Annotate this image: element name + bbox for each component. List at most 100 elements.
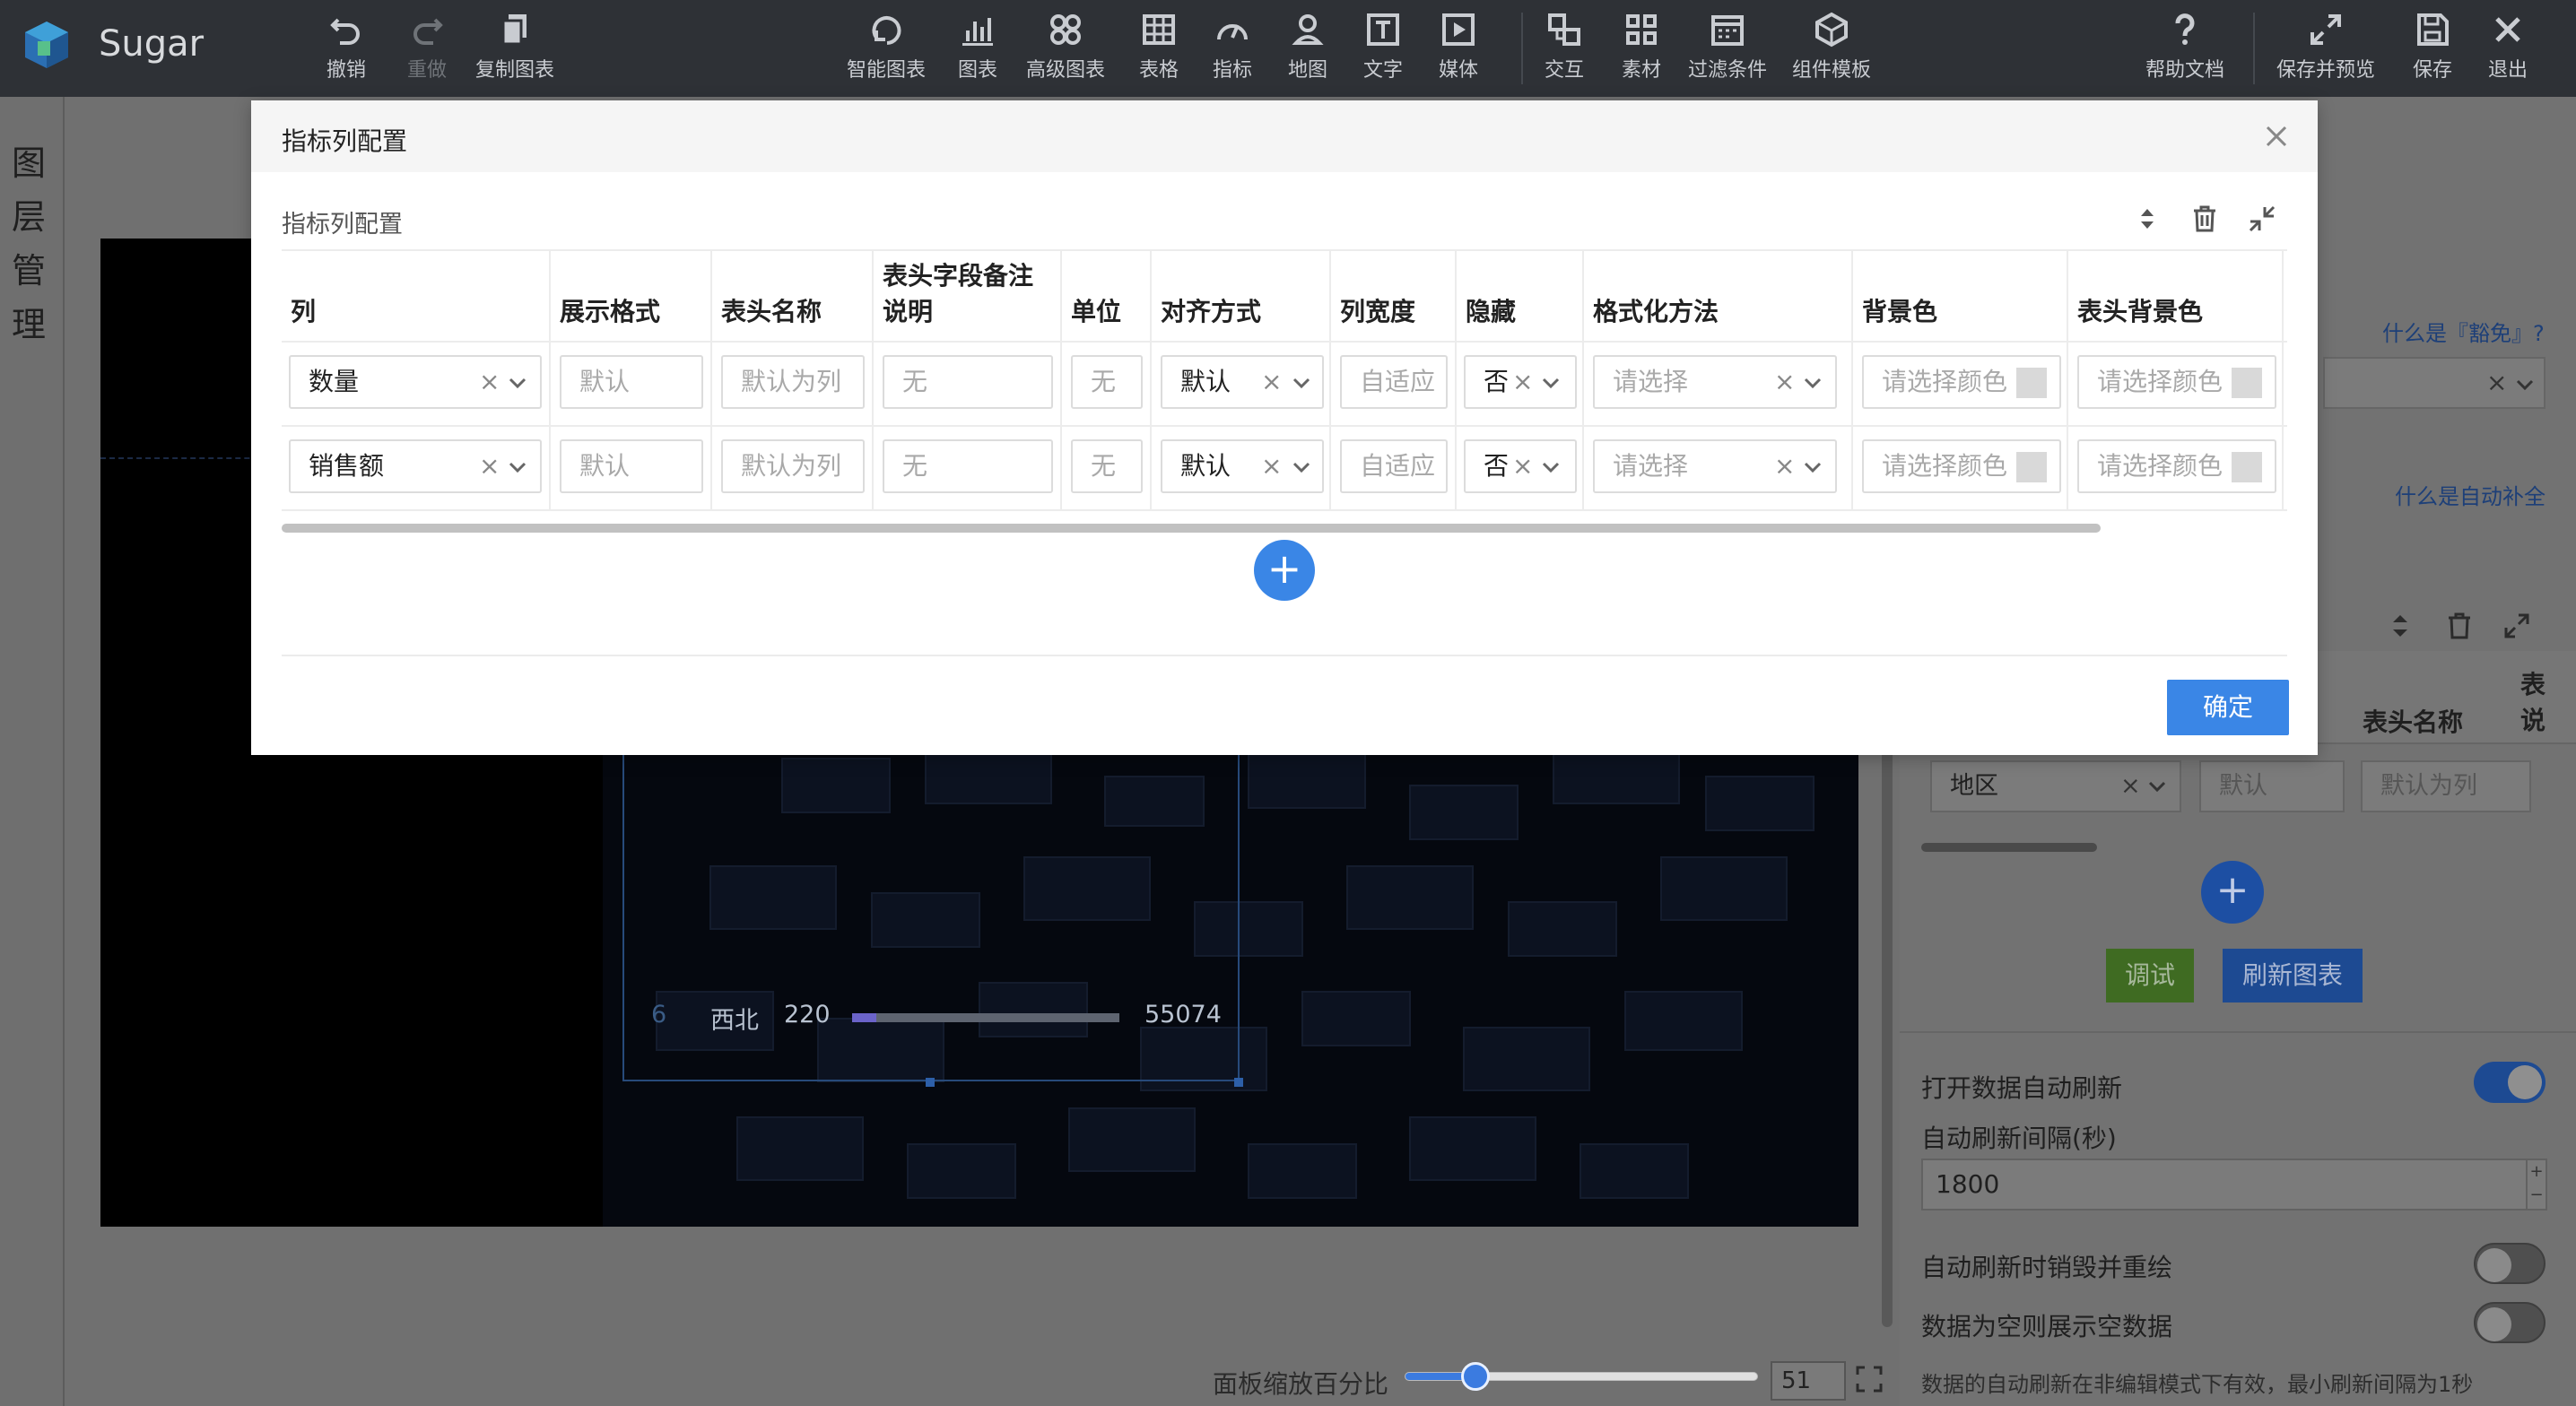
text-button[interactable]: 文字	[1363, 11, 1403, 82]
component-template-button[interactable]: 组件模板	[1792, 11, 1871, 82]
autocomplete-help-link[interactable]: 什么是自动补全	[2395, 479, 2546, 510]
rp-add-row-button[interactable]: +	[2201, 861, 2264, 924]
header-bg-color-picker[interactable]: 请选择颜色	[2077, 355, 2276, 409]
resize-handle[interactable]	[1234, 1078, 1243, 1087]
color-swatch[interactable]	[2232, 452, 2262, 482]
exit-button[interactable]: 退出	[2488, 11, 2528, 82]
clear-icon[interactable]: ×	[1261, 357, 1282, 407]
sort-icon[interactable]	[2133, 204, 2162, 233]
layer-manager-rail[interactable]: 图层管理	[0, 97, 65, 1406]
undo-button[interactable]: 撤销	[326, 11, 366, 82]
display-format-input[interactable]: 默认	[560, 439, 703, 493]
toggle-knob	[2477, 1307, 2511, 1341]
layer-manager-label: 图层管理	[11, 143, 46, 344]
save-preview-button[interactable]: 保存并预览	[2276, 11, 2375, 82]
clear-icon[interactable]: ×	[1512, 357, 1533, 407]
trash-icon[interactable]	[2445, 612, 2474, 640]
add-row-button[interactable]: +	[1254, 540, 1315, 601]
auto-refresh-toggle[interactable]	[2474, 1062, 2546, 1103]
color-swatch[interactable]	[2232, 368, 2262, 398]
table-button[interactable]: 表格	[1139, 11, 1179, 82]
refresh-chart-button[interactable]: 刷新图表	[2223, 949, 2363, 1002]
clear-icon[interactable]: ×	[2486, 368, 2507, 397]
column-select[interactable]: 销售额 ×	[289, 439, 542, 493]
copy-chart-button[interactable]: 复制图表	[475, 11, 554, 82]
column-select[interactable]: 数量 ×	[289, 355, 542, 409]
unit-input[interactable]: 无	[1071, 355, 1143, 409]
unit-input[interactable]: 无	[1071, 439, 1143, 493]
align-select[interactable]: 默认 ×	[1161, 439, 1324, 493]
td-display-format: 默认	[551, 343, 712, 427]
cube-icon	[1815, 12, 1848, 48]
close-icon[interactable]	[2260, 120, 2293, 152]
smart-chart-button[interactable]: 智能图表	[847, 11, 926, 82]
table-horizontal-scrollbar[interactable]	[282, 524, 2101, 533]
filter-button[interactable]: 过滤条件	[1688, 11, 1767, 82]
header-note-input[interactable]: 无	[883, 439, 1053, 493]
rp-column-select[interactable]: 地区 ×	[1930, 760, 2181, 812]
display-format-input[interactable]: 默认	[560, 355, 703, 409]
zoom-slider-handle[interactable]	[1461, 1362, 1491, 1391]
top-toolbar: Sugar 撤销 重做 复制图表 智能图表 图表 高级图表 表格 指标 地图 文…	[0, 0, 2576, 97]
hidden-select[interactable]: 否 ×	[1464, 439, 1577, 493]
clear-icon[interactable]: ×	[479, 357, 500, 407]
clear-icon[interactable]: ×	[1512, 441, 1533, 491]
exemption-select[interactable]: ×	[2323, 357, 2546, 409]
td-header-bg-color: 请选择颜色	[2068, 343, 2284, 427]
rp-header-name-input[interactable]: 默认为列	[2361, 760, 2531, 812]
advanced-chart-button[interactable]: 高级图表	[1026, 11, 1105, 82]
help-button[interactable]: 帮助文档	[2145, 11, 2224, 82]
material-button[interactable]: 素材	[1622, 11, 1661, 82]
empty-data-toggle[interactable]	[2474, 1302, 2546, 1343]
ranking-chart-widget[interactable]: 6 西北 220 55074	[622, 741, 1243, 1087]
format-method-select[interactable]: 请选择 ×	[1593, 355, 1837, 409]
align-select[interactable]: 默认 ×	[1161, 355, 1324, 409]
destroy-redraw-toggle[interactable]	[2474, 1243, 2546, 1284]
section-title: 指标列配置	[282, 211, 403, 239]
clear-icon[interactable]: ×	[479, 441, 500, 491]
clear-icon[interactable]: ×	[1774, 441, 1795, 491]
confirm-button[interactable]: 确定	[2167, 680, 2289, 735]
zoom-slider[interactable]	[1405, 1362, 1758, 1391]
header-note-input[interactable]: 无	[883, 355, 1053, 409]
debug-button[interactable]: 调试	[2106, 949, 2194, 1002]
header-name-input[interactable]: 默认为列	[721, 355, 865, 409]
expand-icon[interactable]	[2502, 612, 2531, 640]
map-button[interactable]: 地图	[1288, 11, 1327, 82]
zoom-value-input[interactable]: 51	[1771, 1361, 1846, 1401]
exemption-help-link[interactable]: 什么是『豁免』?	[2382, 316, 2545, 347]
header-bg-color-picker[interactable]: 请选择颜色	[2077, 439, 2276, 493]
rp-horizontal-scrollbar[interactable]	[1921, 843, 2097, 852]
color-swatch[interactable]	[2016, 452, 2047, 482]
advanced-chart-label: 高级图表	[1026, 59, 1106, 82]
fullscreen-icon[interactable]	[1855, 1365, 1884, 1393]
bg-color-picker[interactable]: 请选择颜色	[1862, 355, 2061, 409]
align-select-value: 默认	[1180, 367, 1231, 396]
clear-icon[interactable]: ×	[1774, 357, 1795, 407]
refresh-interval-input[interactable]: 1800 + −	[1921, 1159, 2547, 1211]
interaction-button[interactable]: 交互	[1545, 11, 1584, 82]
chart-button[interactable]: 图表	[958, 11, 997, 82]
width-input[interactable]: 自适应	[1340, 355, 1448, 409]
width-input[interactable]: 自适应	[1340, 439, 1448, 493]
td-header-name: 默认为列	[712, 343, 874, 427]
trash-icon[interactable]	[2190, 204, 2219, 233]
header-name-input[interactable]: 默认为列	[721, 439, 865, 493]
redo-button[interactable]: 重做	[407, 11, 447, 82]
color-swatch[interactable]	[2016, 368, 2047, 398]
clear-icon[interactable]: ×	[2120, 762, 2141, 811]
td-header-bg-color: 请选择颜色	[2068, 427, 2284, 511]
number-stepper[interactable]: + −	[2526, 1160, 2546, 1209]
format-method-select[interactable]: 请选择 ×	[1593, 439, 1837, 493]
sort-icon[interactable]	[2386, 612, 2415, 640]
media-button[interactable]: 媒体	[1439, 11, 1478, 82]
collapse-icon[interactable]	[2248, 204, 2276, 233]
indicator-button[interactable]: 指标	[1213, 11, 1252, 82]
resize-handle[interactable]	[926, 1078, 935, 1087]
rp-format-input[interactable]: 默认	[2199, 760, 2345, 812]
hidden-select[interactable]: 否 ×	[1464, 355, 1577, 409]
clear-icon[interactable]: ×	[1261, 441, 1282, 491]
bg-color-picker[interactable]: 请选择颜色	[1862, 439, 2061, 493]
chevron-down-icon	[1542, 378, 1560, 389]
save-button[interactable]: 保存	[2413, 11, 2452, 82]
